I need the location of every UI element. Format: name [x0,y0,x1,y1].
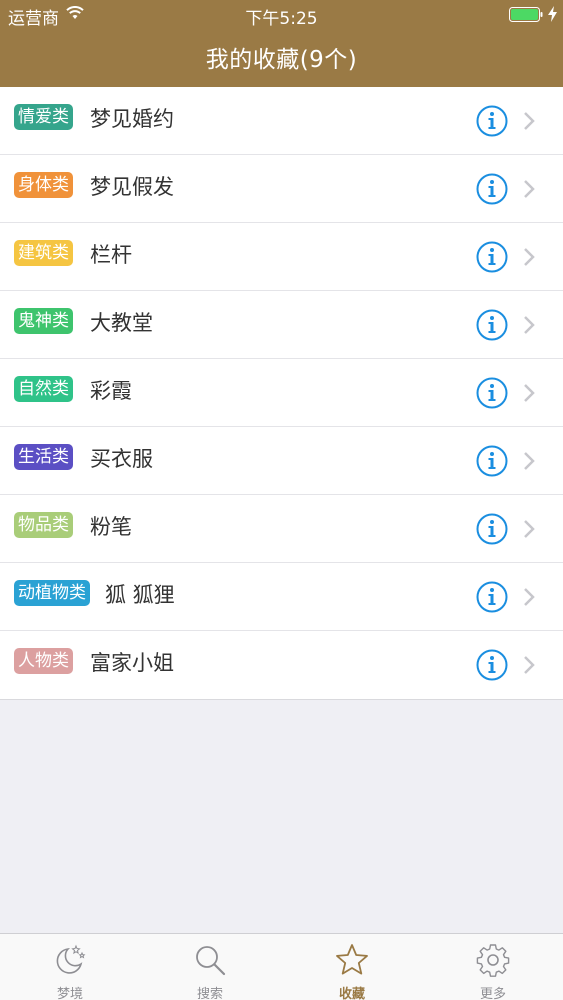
category-badge: 身体类 [14,172,73,198]
tab-dreams[interactable]: 梦境 [0,934,140,1000]
dream-title: 大教堂 [90,311,153,335]
battery-icon [509,7,543,22]
info-icon[interactable] [476,105,508,137]
list-item[interactable]: 物品类 粉笔 [0,495,563,563]
star-icon [336,944,368,975]
category-badge: 情爱类 [14,104,73,130]
dream-title: 富家小姐 [90,651,174,675]
dream-title: 买衣服 [90,447,153,471]
chevron-right-icon [524,180,535,198]
chevron-right-icon [524,384,535,402]
dream-title: 栏杆 [90,243,132,267]
category-badge: 自然类 [14,376,73,402]
info-icon[interactable] [476,241,508,273]
chevron-right-icon [524,316,535,334]
page-title: 我的收藏(9个) [205,47,358,73]
list-item[interactable]: 鬼神类 大教堂 [0,291,563,359]
list-item[interactable]: 自然类 彩霞 [0,359,563,427]
tab-search[interactable]: 搜索 [140,934,280,1000]
list-item[interactable]: 人物类 富家小姐 [0,631,563,699]
chevron-right-icon [524,656,535,674]
chevron-right-icon [524,452,535,470]
moon-stars-icon [56,944,86,974]
favorites-list: 情爱类 梦见婚约 身体类 梦见假发 建筑类 栏杆 鬼神类 大教堂 自然类 彩霞 … [0,87,563,700]
tab-label: 搜索 [196,987,223,1000]
chevron-right-icon [524,248,535,266]
nav-header: 运营商 下午5:25 我的收藏(9个) [0,0,563,87]
search-icon [196,946,226,976]
info-icon[interactable] [476,309,508,341]
info-icon[interactable] [476,581,508,613]
info-icon[interactable] [476,377,508,409]
dream-title: 梦见假发 [90,175,174,199]
status-time: 下午5:25 [245,9,318,29]
info-icon[interactable] [476,513,508,545]
dream-title: 狐 狐狸 [105,583,175,607]
dream-title: 粉笔 [90,515,132,539]
info-icon[interactable] [476,445,508,477]
list-item[interactable]: 情爱类 梦见婚约 [0,87,563,155]
chevron-right-icon [524,520,535,538]
tab-more[interactable]: 更多 [423,934,563,1000]
tab-label: 梦境 [56,987,83,1000]
category-badge: 生活类 [14,444,73,470]
category-badge: 鬼神类 [14,308,73,334]
category-badge: 动植物类 [14,580,90,606]
category-badge: 物品类 [14,512,73,538]
dream-title: 彩霞 [90,379,132,403]
gear-icon [476,944,510,977]
charging-bolt-icon [548,6,557,22]
tab-bar: 梦境 搜索 收藏 更多 [0,933,563,1000]
list-item[interactable]: 建筑类 栏杆 [0,223,563,291]
info-icon[interactable] [476,173,508,205]
info-icon[interactable] [476,649,508,681]
tab-label: 更多 [479,987,506,1000]
status-bar: 运营商 下午5:25 [0,0,563,30]
category-badge: 人物类 [14,648,73,674]
tab-label: 收藏 [338,987,365,1000]
category-badge: 建筑类 [14,240,73,266]
list-item[interactable]: 生活类 买衣服 [0,427,563,495]
list-item[interactable]: 动植物类 狐 狐狸 [0,563,563,631]
chevron-right-icon [524,112,535,130]
chevron-right-icon [524,588,535,606]
dream-title: 梦见婚约 [90,107,174,131]
list-item[interactable]: 身体类 梦见假发 [0,155,563,223]
tab-favorites[interactable]: 收藏 [282,934,422,1000]
